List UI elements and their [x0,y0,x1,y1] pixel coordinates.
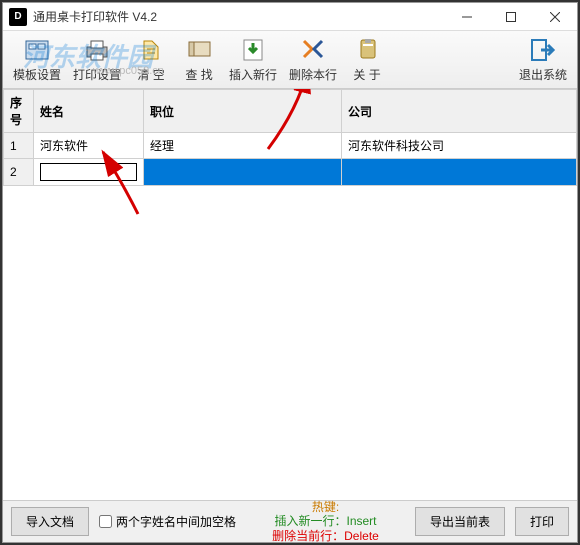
about-label: 关 于 [353,66,380,83]
cell-seq: 2 [4,159,34,186]
cell-name[interactable]: 河东软件 [34,133,144,159]
header-seq[interactable]: 序号 [4,90,34,133]
spacing-checkbox-text: 两个字姓名中间加空格 [116,513,236,530]
print-settings-button[interactable]: 打印设置 [67,33,127,87]
header-position[interactable]: 职位 [144,90,342,133]
template-settings-button[interactable]: 模板设置 [7,33,67,87]
cell-company[interactable] [342,159,577,186]
hotkey-title: 热键: [246,500,405,514]
delete-row-button[interactable]: 删除本行 [283,33,343,87]
print-settings-icon [83,36,111,64]
data-table[interactable]: 序号 姓名 职位 公司 1 河东软件 经理 河东软件科技公司 2 [3,89,577,186]
search-button[interactable]: 查 找 [175,33,223,87]
about-button[interactable]: 关 于 [343,33,391,87]
clear-label: 清 空 [137,66,164,83]
minimize-button[interactable] [445,3,489,30]
spacing-checkbox-label[interactable]: 两个字姓名中间加空格 [99,513,236,530]
insert-row-label: 插入新行 [229,66,277,83]
clear-icon [137,36,165,64]
cell-company[interactable]: 河东软件科技公司 [342,133,577,159]
template-icon [23,36,51,64]
search-label: 查 找 [185,66,212,83]
hotkey-delete: 删除当前行：Delete [272,529,379,543]
window-title: 通用桌卡打印软件 V4.2 [33,8,445,25]
export-button[interactable]: 导出当前表 [415,507,505,536]
print-button[interactable]: 打印 [515,507,569,536]
print-settings-label: 打印设置 [73,66,121,83]
header-name[interactable]: 姓名 [34,90,144,133]
about-icon [353,36,381,64]
insert-row-button[interactable]: 插入新行 [223,33,283,87]
insert-row-icon [239,36,267,64]
clear-button[interactable]: 清 空 [127,33,175,87]
window-controls [445,3,577,30]
spacing-checkbox[interactable] [99,515,112,528]
exit-icon [529,36,557,64]
table-row[interactable]: 1 河东软件 经理 河东软件科技公司 [4,133,577,159]
maximize-button[interactable] [489,3,533,30]
delete-row-label: 删除本行 [289,66,337,83]
header-company[interactable]: 公司 [342,90,577,133]
cell-name-editing[interactable] [34,159,144,186]
app-window: D 通用桌卡打印软件 V4.2 河东软件园 www.pc059.cn 模板设置 … [2,2,578,543]
cell-position[interactable] [144,159,342,186]
template-label: 模板设置 [13,66,61,83]
table-header-row: 序号 姓名 职位 公司 [4,90,577,133]
footer-bar: 导入文档 两个字姓名中间加空格 热键: 插入新一行：Insert 删除当前行：D… [3,500,577,542]
search-icon [185,36,213,64]
cell-seq: 1 [4,133,34,159]
name-input[interactable] [40,163,137,181]
titlebar: D 通用桌卡打印软件 V4.2 [3,3,577,31]
hotkey-hints: 热键: 插入新一行：Insert 删除当前行：Delete [246,500,405,544]
delete-row-icon [299,36,327,64]
import-button[interactable]: 导入文档 [11,507,89,536]
hotkey-insert: 插入新一行：Insert [274,514,376,528]
exit-button[interactable]: 退出系统 [513,33,573,87]
cell-position[interactable]: 经理 [144,133,342,159]
toolbar: 河东软件园 www.pc059.cn 模板设置 打印设置 清 空 查 找 插入新… [3,31,577,89]
close-button[interactable] [533,3,577,30]
app-icon: D [9,8,27,26]
exit-label: 退出系统 [519,66,567,83]
table-row[interactable]: 2 [4,159,577,186]
data-grid-area: 序号 姓名 职位 公司 1 河东软件 经理 河东软件科技公司 2 [3,89,577,500]
